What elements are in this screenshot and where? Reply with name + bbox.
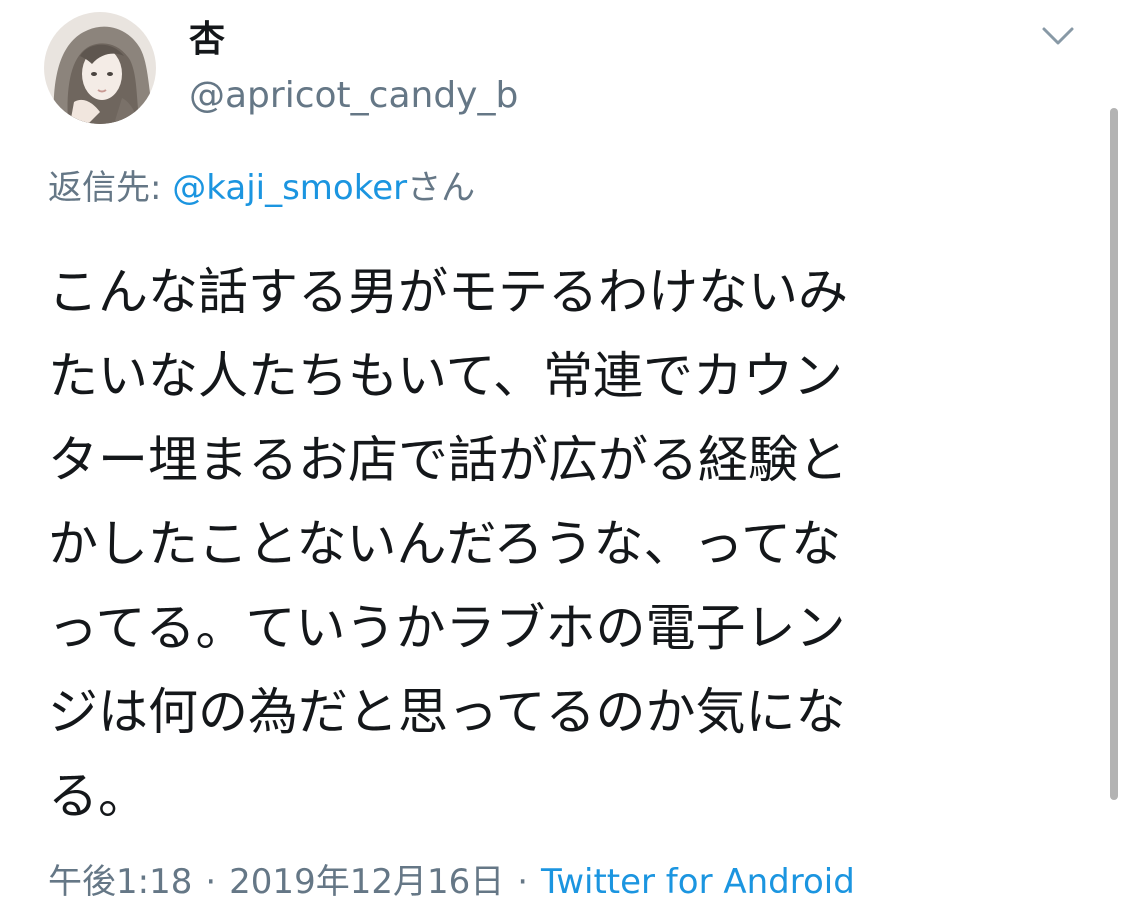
more-options-button[interactable] <box>1036 18 1080 54</box>
reply-suffix: さん <box>407 168 476 208</box>
tweet-text-line: ってる。ていうかラブホの電子レン <box>48 599 846 657</box>
tweet-text-line: ジは何の為だと思ってるのか気にな <box>48 683 846 741</box>
tweet-source-link[interactable]: Twitter for Android <box>541 862 855 902</box>
chevron-down-icon <box>1042 27 1074 45</box>
tweet-text-line: こんな話する男がモテるわけないみ <box>48 263 848 321</box>
avatar[interactable] <box>44 12 156 124</box>
reply-prefix: 返信先: <box>48 168 173 208</box>
scrollbar-thumb[interactable] <box>1110 108 1118 800</box>
tweet-text-line: たいな人たちもいて、常連でカウン <box>48 347 843 405</box>
tweet-meta: 午後1:18 · 2019年12月16日 · Twitter for Android <box>48 858 855 906</box>
tweet-text-line: かしたことないんだろうな、ってな <box>48 515 841 573</box>
user-handle[interactable]: @apricot_candy_b <box>189 72 518 120</box>
reply-to-line: 返信先: @kaji_smokerさん <box>48 164 475 212</box>
reply-mention-link[interactable]: @kaji_smoker <box>172 168 407 208</box>
tweet-text: こんな話する男がモテるわけないみ たいな人たちもいて、常連でカウン ター埋まるお… <box>48 250 1068 838</box>
tweet-time[interactable]: 午後1:18 <box>48 862 192 902</box>
meta-separator: · <box>517 862 529 902</box>
tweet-text-line: る。 <box>48 767 148 825</box>
tweet-text-line: ター埋まるお店で話が広がる経験と <box>48 431 848 489</box>
meta-separator: · <box>205 862 217 902</box>
tweet-date[interactable]: 2019年12月16日 <box>229 862 504 902</box>
display-name[interactable]: 杏 <box>189 16 225 64</box>
